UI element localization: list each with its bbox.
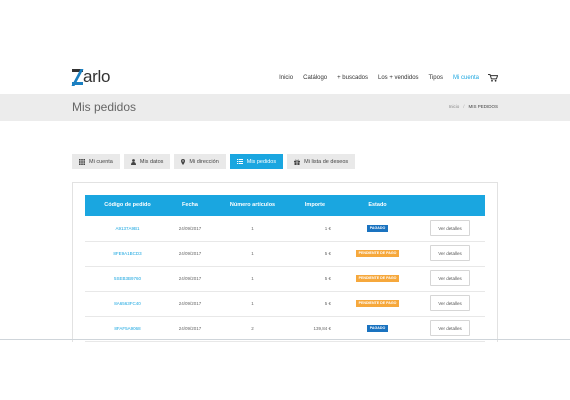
logo-z-mark: [71, 68, 84, 86]
breadcrumb-current: MIS PEDIDOS: [468, 104, 498, 109]
view-details-button[interactable]: Ver detalles: [430, 220, 470, 236]
order-date: 24/09/2017: [178, 301, 202, 306]
account-tabs: Mi cuenta Mis datos Mi dirección Mis ped…: [72, 154, 359, 169]
nav-item-inicio[interactable]: Inicio: [279, 75, 293, 81]
order-date: 24/09/2017: [178, 326, 202, 331]
tab-mi-direccion[interactable]: Mi dirección: [174, 154, 226, 169]
page-fold-divider: [0, 339, 570, 340]
order-items: 1: [251, 301, 254, 306]
grid-icon: [79, 158, 85, 165]
view-details-button[interactable]: Ver detalles: [430, 295, 470, 311]
order-code[interactable]: 8FAF5A9068: [85, 316, 170, 341]
order-items: 1: [251, 251, 254, 256]
order-amount: 5 €: [324, 276, 331, 281]
order-items: 1: [251, 276, 254, 281]
column-header-amount: Importe: [304, 202, 326, 208]
tab-mis-datos[interactable]: Mis datos: [123, 154, 171, 169]
view-details-button[interactable]: Ver detalles: [430, 245, 470, 261]
order-amount: 139,84 €: [313, 326, 331, 331]
order-date: 24/09/2017: [178, 226, 202, 231]
map-marker-icon: [181, 158, 186, 165]
logo-text: arlo: [83, 67, 111, 86]
gift-icon: [294, 159, 301, 165]
tab-label: Mi lista de deseos: [304, 158, 349, 165]
status-cell: PENDIENTE DE PAGO: [335, 291, 420, 316]
order-items: 1: [251, 226, 254, 231]
table-row: A9137A9B1 24/09/2017 1 1 € PAGADO Ver de…: [85, 216, 485, 242]
breadcrumb-home[interactable]: Inicio: [449, 104, 460, 109]
order-code[interactable]: 5SEB3B9760: [85, 266, 170, 291]
status-badge: PAGADO: [366, 225, 389, 233]
status-cell: PENDIENTE DE PAGO: [335, 266, 420, 291]
column-header-code: Código de pedido: [104, 202, 151, 208]
order-code[interactable]: 8FE9A1BCD3: [85, 241, 170, 266]
status-cell: PENDIENTE DE PAGO: [335, 241, 420, 266]
tab-label: Mis datos: [139, 158, 164, 165]
tab-label: Mi dirección: [189, 158, 219, 165]
status-badge: PENDIENTE DE PAGO: [355, 300, 400, 308]
nav-item-catalogo[interactable]: Catálogo: [303, 75, 327, 81]
view-details-button[interactable]: Ver detalles: [430, 320, 470, 336]
view-details-button[interactable]: Ver detalles: [430, 270, 470, 286]
nav-item-mi-cuenta[interactable]: Mi cuenta: [453, 75, 479, 81]
status-badge: PENDIENTE DE PAGO: [355, 275, 400, 283]
order-date: 24/09/2017: [178, 276, 202, 281]
order-code[interactable]: 8A6563FC40: [85, 291, 170, 316]
table-row: 8FE9A1BCD3 24/09/2017 1 5 € PENDIENTE DE…: [85, 241, 485, 267]
column-header-items: Número artículos: [229, 202, 276, 208]
column-header-status: Estado: [368, 202, 387, 208]
status-cell: PAGADO: [335, 216, 420, 241]
nav-item-vendidos[interactable]: Los + vendidos: [378, 75, 419, 81]
column-header-date: Fecha: [182, 202, 198, 208]
order-amount: 5 €: [324, 301, 331, 306]
order-items: 2: [251, 326, 254, 331]
tab-label: Mis pedidos: [246, 158, 277, 165]
table-row: 8A6563FC40 24/09/2017 1 5 € PENDIENTE DE…: [85, 291, 485, 317]
breadcrumb-separator: /: [463, 104, 465, 109]
order-date: 24/09/2017: [178, 251, 202, 256]
tab-mis-pedidos[interactable]: Mis pedidos: [229, 154, 284, 169]
main-nav: Inicio Catálogo + buscados Los + vendido…: [269, 74, 499, 82]
order-amount: 5 €: [324, 251, 331, 256]
status-cell: PAGADO: [335, 316, 420, 341]
tab-mi-lista-de-deseos[interactable]: Mi lista de deseos: [287, 154, 356, 169]
nav-item-buscados[interactable]: + buscados: [337, 75, 368, 81]
cart-icon[interactable]: [488, 74, 499, 82]
breadcrumb: Inicio / MIS PEDIDOS: [449, 104, 498, 109]
status-badge: PENDIENTE DE PAGO: [355, 250, 400, 258]
order-amount: 1 €: [324, 226, 331, 231]
status-badge: PAGADO: [366, 325, 389, 333]
logo[interactable]: arlo: [71, 67, 114, 90]
tab-label: Mi cuenta: [89, 158, 113, 165]
orders-table-header: Código de pedido Fecha Número artículos …: [85, 195, 485, 216]
tab-mi-cuenta[interactable]: Mi cuenta: [72, 154, 120, 169]
page-title: Mis pedidos: [72, 100, 137, 114]
table-row: 5SEB3B9760 24/09/2017 1 5 € PENDIENTE DE…: [85, 266, 485, 292]
order-code[interactable]: A9137A9B1: [85, 216, 170, 241]
user-icon: [130, 158, 136, 165]
list-icon: [236, 159, 243, 164]
nav-item-tipos[interactable]: Tipos: [429, 75, 443, 81]
